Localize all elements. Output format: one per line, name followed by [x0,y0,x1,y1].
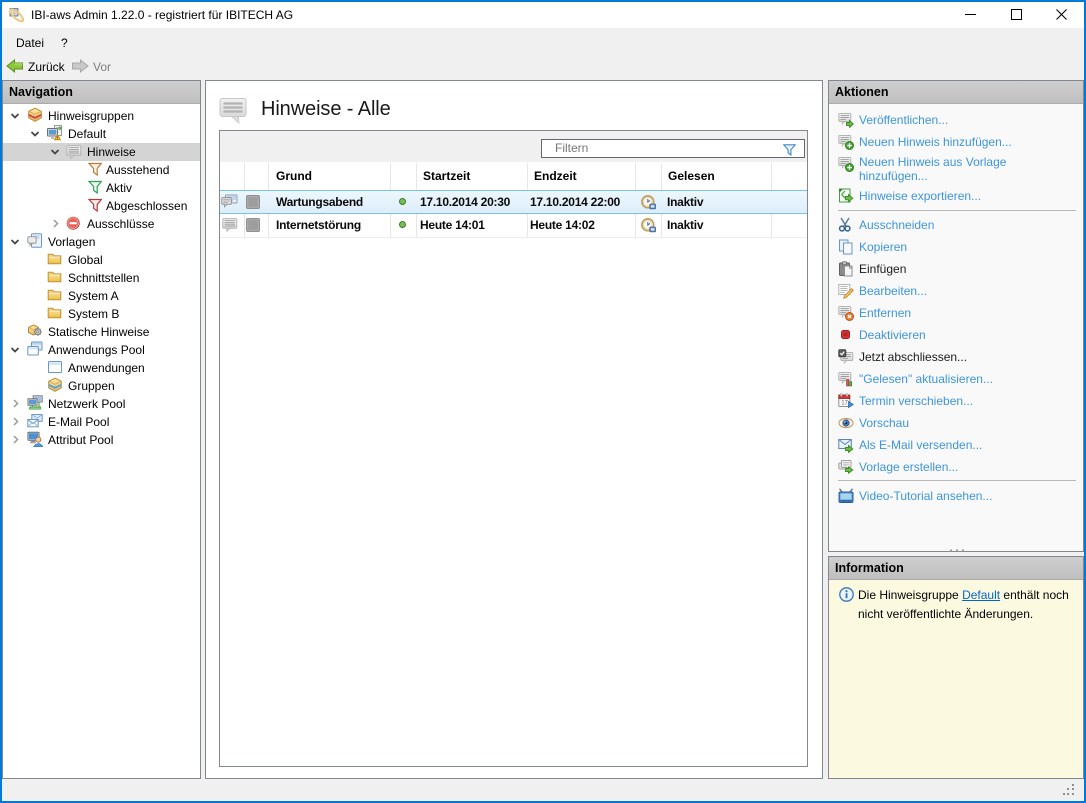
svg-text:17: 17 [841,401,848,407]
